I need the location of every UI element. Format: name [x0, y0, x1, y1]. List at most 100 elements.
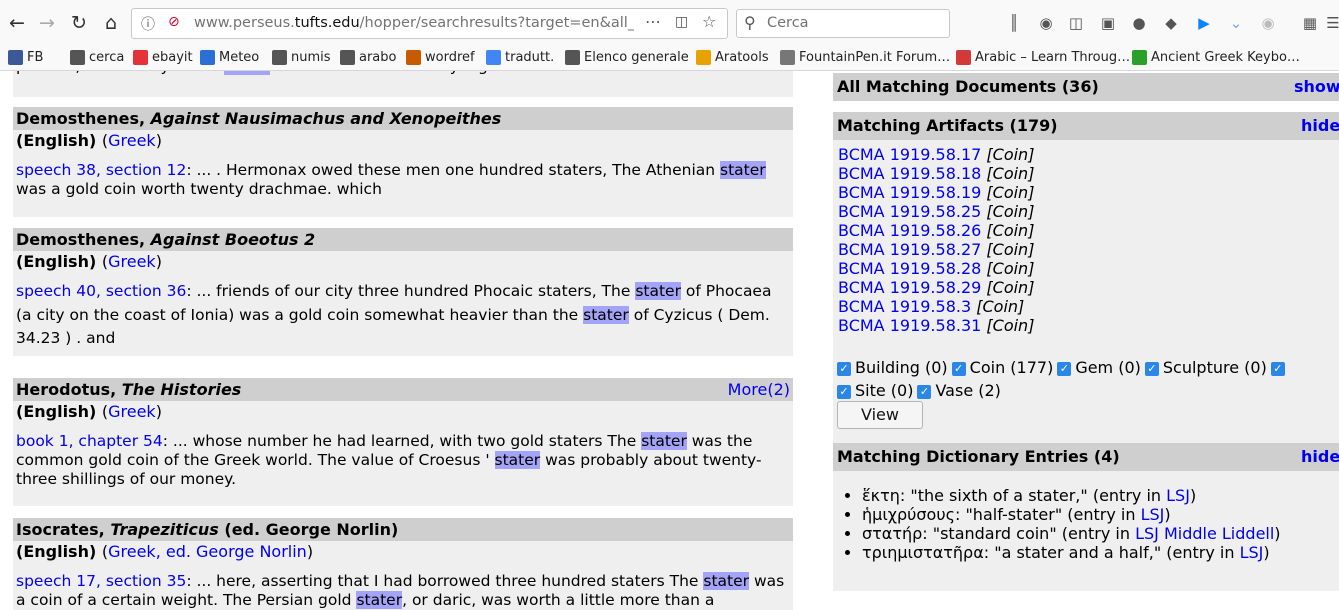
- artifact-type: [Coin]: [986, 316, 1035, 335]
- artifact-link[interactable]: BCMA 1919.58.28: [838, 259, 981, 278]
- menu-overflow-icon[interactable]: ☰: [1322, 12, 1339, 34]
- filter-checkbox[interactable]: ✓ Site (0): [837, 381, 913, 400]
- hide-toggle[interactable]: hide: [1301, 443, 1339, 471]
- result-item: Demosthenes, Against Boeotus 2 (English)…: [13, 228, 793, 356]
- bookmark-item[interactable]: numis: [272, 50, 331, 65]
- extension-icon[interactable]: ●: [1128, 12, 1150, 34]
- search-icon: ⚲: [744, 13, 756, 32]
- addons-icon[interactable]: ▦: [1299, 12, 1321, 34]
- pocket-icon[interactable]: ◫: [675, 14, 688, 30]
- bookmark-item[interactable]: ebayit: [133, 50, 193, 65]
- sidebar-icon[interactable]: ◫: [1065, 12, 1087, 34]
- pocket-save-icon[interactable]: ⌄: [1225, 12, 1247, 34]
- citation-link[interactable]: speech 17, section 35: [16, 572, 186, 590]
- bookmark-label: tradutt.: [505, 50, 555, 65]
- search-term-highlight: stater: [641, 432, 687, 450]
- dictionary-link[interactable]: LSJ: [1141, 505, 1165, 524]
- sync-account-icon[interactable]: ◉: [1035, 12, 1057, 34]
- artifact-link[interactable]: BCMA 1919.58.31: [838, 316, 981, 335]
- url-text[interactable]: www.perseus.tufts.edu/hopper/searchresul…: [194, 15, 634, 31]
- search-term-highlight: stater: [356, 591, 403, 609]
- more-link[interactable]: More(2): [728, 378, 790, 401]
- result-snippet: percent, and the Cyzicene stater was wor…: [13, 71, 793, 76]
- filter-checkbox[interactable]: ✓ Vase (2): [917, 381, 1001, 400]
- dictionary-link[interactable]: LSJ: [1240, 543, 1264, 562]
- checkbox-checked-icon[interactable]: ✓: [1144, 362, 1159, 376]
- artifact-link[interactable]: BCMA 1919.58.19: [838, 183, 981, 202]
- bookmark-item[interactable]: Arabic – Learn Throug…: [956, 50, 1130, 65]
- insecure-lock-icon[interactable]: ⊘: [168, 14, 180, 30]
- checkbox-checked-icon[interactable]: ✓: [951, 362, 966, 376]
- result-author: Demosthenes,: [16, 230, 146, 249]
- checkbox-checked-icon[interactable]: ✓: [1057, 362, 1072, 376]
- reader-extension-icon[interactable]: ▣: [1097, 12, 1119, 34]
- media-play-icon[interactable]: ▶: [1193, 12, 1215, 34]
- dictionary-header: Matching Dictionary Entries (4) hide: [833, 443, 1339, 471]
- artifact-type: [Coin]: [986, 183, 1035, 202]
- translate-icon: [486, 50, 501, 65]
- bookmark-item[interactable]: Ancient Greek Keybo…: [1132, 50, 1300, 65]
- greek-link[interactable]: Greek, ed. George Norlin: [108, 542, 307, 561]
- bookmark-item[interactable]: FountainPen.it Forum…: [780, 50, 950, 65]
- artifact-link[interactable]: BCMA 1919.58.26: [838, 221, 981, 240]
- dictionary-link[interactable]: LSJ: [1135, 524, 1159, 543]
- result-author: Herodotus,: [16, 380, 117, 399]
- filter-label: Sculpture (0): [1162, 358, 1267, 377]
- bookmark-item[interactable]: wordref: [406, 50, 475, 65]
- bookmark-item[interactable]: cerca: [70, 50, 124, 65]
- bookmark-item[interactable]: FB: [8, 50, 43, 65]
- view-button[interactable]: View: [837, 401, 923, 429]
- hide-toggle[interactable]: hide: [1301, 112, 1339, 140]
- result-language: (English) (Greek): [16, 131, 162, 150]
- filter-checkbox[interactable]: ✓ Coin (177): [951, 358, 1053, 377]
- artifact-link[interactable]: BCMA 1919.58.17: [838, 145, 981, 164]
- bookmark-item[interactable]: Aratools: [696, 50, 769, 65]
- artifact-link[interactable]: BCMA 1919.58.25: [838, 202, 981, 221]
- citation-link[interactable]: speech 40, section 36: [16, 282, 186, 300]
- artifact-link[interactable]: BCMA 1919.58.27: [838, 240, 981, 259]
- bookmark-item[interactable]: tradutt.: [486, 50, 554, 65]
- back-icon[interactable]: ←: [4, 10, 30, 36]
- bookmark-item[interactable]: Elenco generale: [565, 50, 689, 65]
- url-bar[interactable]: ⓘ ⊘ www.perseus.tufts.edu/hopper/searchr…: [131, 8, 728, 39]
- extension-ghost-icon[interactable]: ◆: [1160, 12, 1182, 34]
- artifact-link[interactable]: BCMA 1919.58.29: [838, 278, 981, 297]
- bookmark-item[interactable]: arabo: [340, 50, 396, 65]
- artifact-link[interactable]: BCMA 1919.58.3: [838, 297, 971, 316]
- artifact-item: BCMA 1919.58.25 [Coin]: [833, 202, 1339, 221]
- bookmark-star-icon[interactable]: ☆: [702, 12, 716, 31]
- result-heading: Isocrates, Trapeziticus (ed. George Norl…: [13, 518, 793, 541]
- result-item: Isocrates, Trapeziticus (ed. George Norl…: [13, 518, 793, 610]
- filter-checkbox[interactable]: ✓ Gem (0): [1057, 358, 1141, 377]
- checkbox-checked-icon[interactable]: ✓: [837, 385, 851, 399]
- checkbox-checked-icon[interactable]: ✓: [917, 385, 932, 399]
- citation-link[interactable]: book 1, chapter 54: [16, 432, 163, 450]
- citation-link[interactable]: speech 38, section 12: [16, 161, 186, 179]
- greek-link[interactable]: Greek: [108, 252, 156, 271]
- bookmark-label: numis: [291, 50, 331, 65]
- checkbox-checked-icon[interactable]: ✓: [837, 362, 851, 376]
- forward-icon[interactable]: →: [34, 10, 60, 36]
- greek-link[interactable]: Greek: [108, 402, 156, 421]
- snippet-text: : ... here, asserting that I had borrowe…: [186, 572, 704, 590]
- greek-link[interactable]: Greek: [108, 131, 156, 150]
- result-title: Against Nausimachus and Xenopeithes: [150, 109, 502, 128]
- filter-checkbox[interactable]: ✓ Sculpture (0): [1144, 358, 1267, 377]
- search-term-highlight: stater: [635, 282, 681, 300]
- search-box[interactable]: ⚲ Cerca: [736, 9, 950, 38]
- info-icon[interactable]: ⓘ: [141, 14, 155, 34]
- bookmark-item[interactable]: Meteo: [200, 50, 259, 65]
- page-actions-icon[interactable]: ⋯: [645, 12, 661, 31]
- dictionary-link[interactable]: LSJ: [1166, 486, 1190, 505]
- dictionary-link[interactable]: Middle Liddell: [1164, 524, 1274, 543]
- checkbox-checked-icon[interactable]: ✓: [1270, 362, 1285, 376]
- library-icon[interactable]: ║: [1003, 12, 1025, 34]
- reload-icon[interactable]: ↻: [66, 10, 92, 36]
- search-term-highlight: stater: [720, 161, 766, 179]
- filter-checkbox[interactable]: ✓ Building (0): [837, 358, 948, 377]
- blocked-extension-icon[interactable]: ◉: [1257, 12, 1279, 34]
- filter-label: Gem (0): [1075, 358, 1141, 377]
- show-toggle[interactable]: show: [1294, 73, 1339, 101]
- artifact-link[interactable]: BCMA 1919.58.18: [838, 164, 981, 183]
- home-icon[interactable]: ⌂: [98, 10, 124, 36]
